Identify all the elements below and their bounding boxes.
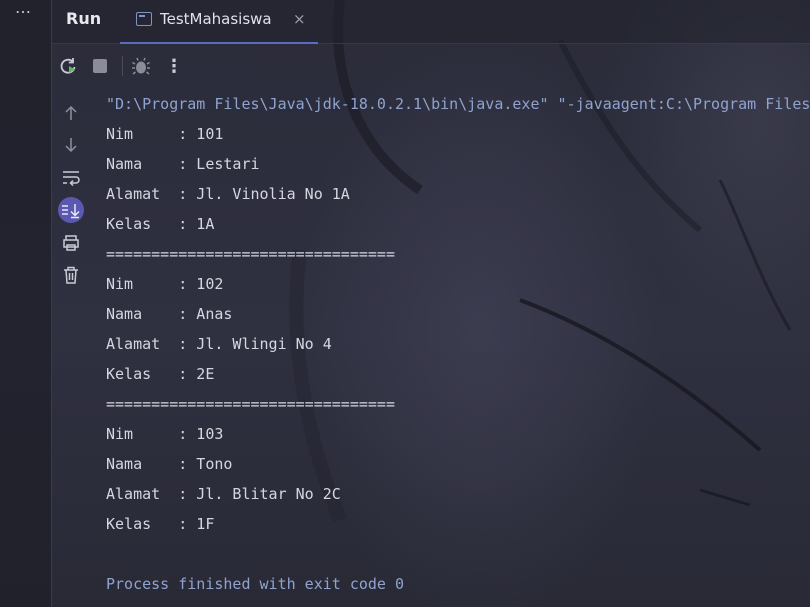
separator-line: ================================ xyxy=(106,395,395,413)
tab-title: TestMahasiswa xyxy=(160,10,272,28)
output-line: Kelas : 1F xyxy=(106,515,215,533)
clear-console-button[interactable] xyxy=(58,262,84,288)
output-line: Nama : Lestari xyxy=(106,155,260,173)
output-line: Kelas : 1A xyxy=(106,215,215,233)
output-line: Alamat : Jl. Blitar No 2C xyxy=(106,485,341,503)
print-icon xyxy=(63,235,79,251)
run-toolbar: ⋮ xyxy=(52,50,192,82)
stop-icon xyxy=(93,59,107,73)
output-line: Nim : 101 xyxy=(106,125,224,143)
run-panel-header: Run TestMahasiswa × xyxy=(52,0,810,44)
more-menu-icon[interactable]: … xyxy=(15,0,37,16)
scroll-up-button[interactable] xyxy=(58,100,84,126)
left-tool-strip: … xyxy=(0,0,52,607)
console-output[interactable]: "D:\Program Files\Java\jdk-18.0.2.1\bin\… xyxy=(106,90,810,607)
more-vertical-icon[interactable]: ⋮ xyxy=(162,54,186,78)
output-line: Alamat : Jl. Vinolia No 1A xyxy=(106,185,350,203)
exit-message: Process finished with exit code 0 xyxy=(106,575,405,593)
tab-testmahasiswa[interactable]: TestMahasiswa × xyxy=(120,0,318,44)
soft-wrap-button[interactable] xyxy=(58,165,84,191)
scroll-down-button[interactable] xyxy=(58,132,84,158)
output-line: Nama : Tono xyxy=(106,455,233,473)
command-line: "D:\Program Files\Java\jdk-18.0.2.1\bin\… xyxy=(106,95,810,113)
debug-button[interactable] xyxy=(129,54,153,78)
output-line: Alamat : Jl. Wlingi No 4 xyxy=(106,335,332,353)
trash-icon xyxy=(64,266,78,284)
soft-wrap-icon xyxy=(63,171,80,187)
rerun-button[interactable] xyxy=(56,54,80,78)
rerun-icon xyxy=(60,58,76,74)
debug-icon xyxy=(132,57,150,75)
output-line: Kelas : 2E xyxy=(106,365,215,383)
scroll-to-end-button[interactable] xyxy=(58,197,84,223)
output-line: Nim : 102 xyxy=(106,275,224,293)
arrow-down-icon xyxy=(65,138,77,153)
arrow-up-icon xyxy=(65,105,77,120)
print-button[interactable] xyxy=(58,230,84,256)
separator-line: ================================ xyxy=(106,245,395,263)
close-tab-icon[interactable]: × xyxy=(293,10,306,28)
console-tab-icon xyxy=(136,12,152,26)
toolbar-separator xyxy=(122,56,123,76)
output-line: Nama : Anas xyxy=(106,305,233,323)
output-line: Nim : 103 xyxy=(106,425,224,443)
stop-button[interactable] xyxy=(88,54,112,78)
scroll-to-end-icon xyxy=(62,204,80,219)
panel-title: Run xyxy=(66,9,102,28)
